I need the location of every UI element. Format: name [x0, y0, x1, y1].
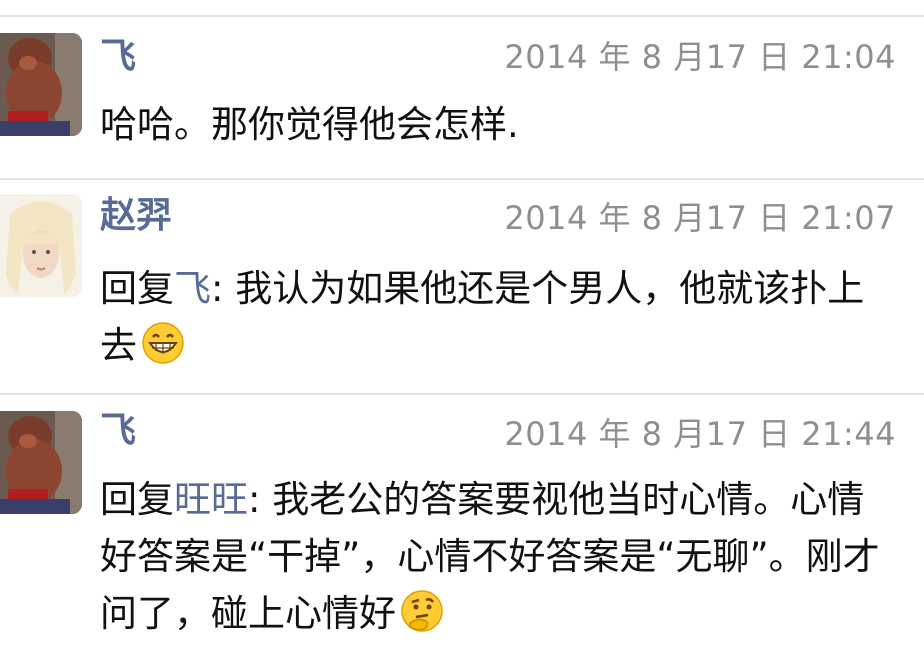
comment-text: 回复飞: 我认为如果他还是个男人，他就该扑上去 [100, 260, 900, 374]
avatar[interactable] [0, 411, 82, 514]
comment-item[interactable]: 赵羿 2014 年 8 月17 日 21:07 回复飞: 我认为如果他还是个男人… [0, 180, 924, 392]
reply-prefix: 回复 [100, 267, 174, 310]
reply-prefix: 回复 [100, 478, 174, 521]
avatar[interactable] [0, 33, 82, 136]
comment-body: 哈哈。那你觉得他会怎样. [100, 103, 519, 146]
reply-mention-link[interactable]: 旺旺 [174, 478, 248, 521]
timestamp: 2014 年 8 月17 日 21:44 [504, 415, 896, 453]
divider [0, 15, 924, 17]
comment-item[interactable]: 飞 2014 年 8 月17 日 21:04 哈哈。那你觉得他会怎样. [0, 18, 924, 178]
comment-text: 哈哈。那你觉得他会怎样. [100, 96, 900, 153]
reply-mention-link[interactable]: 飞 [174, 267, 211, 310]
author-name[interactable]: 飞 [100, 409, 136, 453]
comment-text: 回复旺旺: 我老公的答案要视他当时心情。心情好答案是“干掉”，心情不好答案是“无… [100, 471, 890, 642]
avatar[interactable] [0, 194, 82, 297]
timestamp: 2014 年 8 月17 日 21:04 [504, 38, 896, 76]
grinning-face-emoji [141, 321, 185, 365]
timestamp: 2014 年 8 月17 日 21:07 [504, 199, 896, 237]
comment-body: : 我认为如果他还是个男人，他就该扑上去 [100, 267, 865, 367]
author-name[interactable]: 飞 [100, 35, 136, 79]
comment-item[interactable]: 飞 2014 年 8 月17 日 21:44 回复旺旺: 我老公的答案要视他当时… [0, 395, 924, 660]
thinking-face-emoji [400, 589, 444, 633]
author-name[interactable]: 赵羿 [100, 194, 172, 238]
avatar-image [0, 411, 82, 514]
comment-thread: 飞 2014 年 8 月17 日 21:04 哈哈。那你觉得他会怎样. 赵羿 2… [0, 0, 924, 660]
avatar-image [0, 194, 82, 297]
avatar-image [0, 33, 82, 136]
